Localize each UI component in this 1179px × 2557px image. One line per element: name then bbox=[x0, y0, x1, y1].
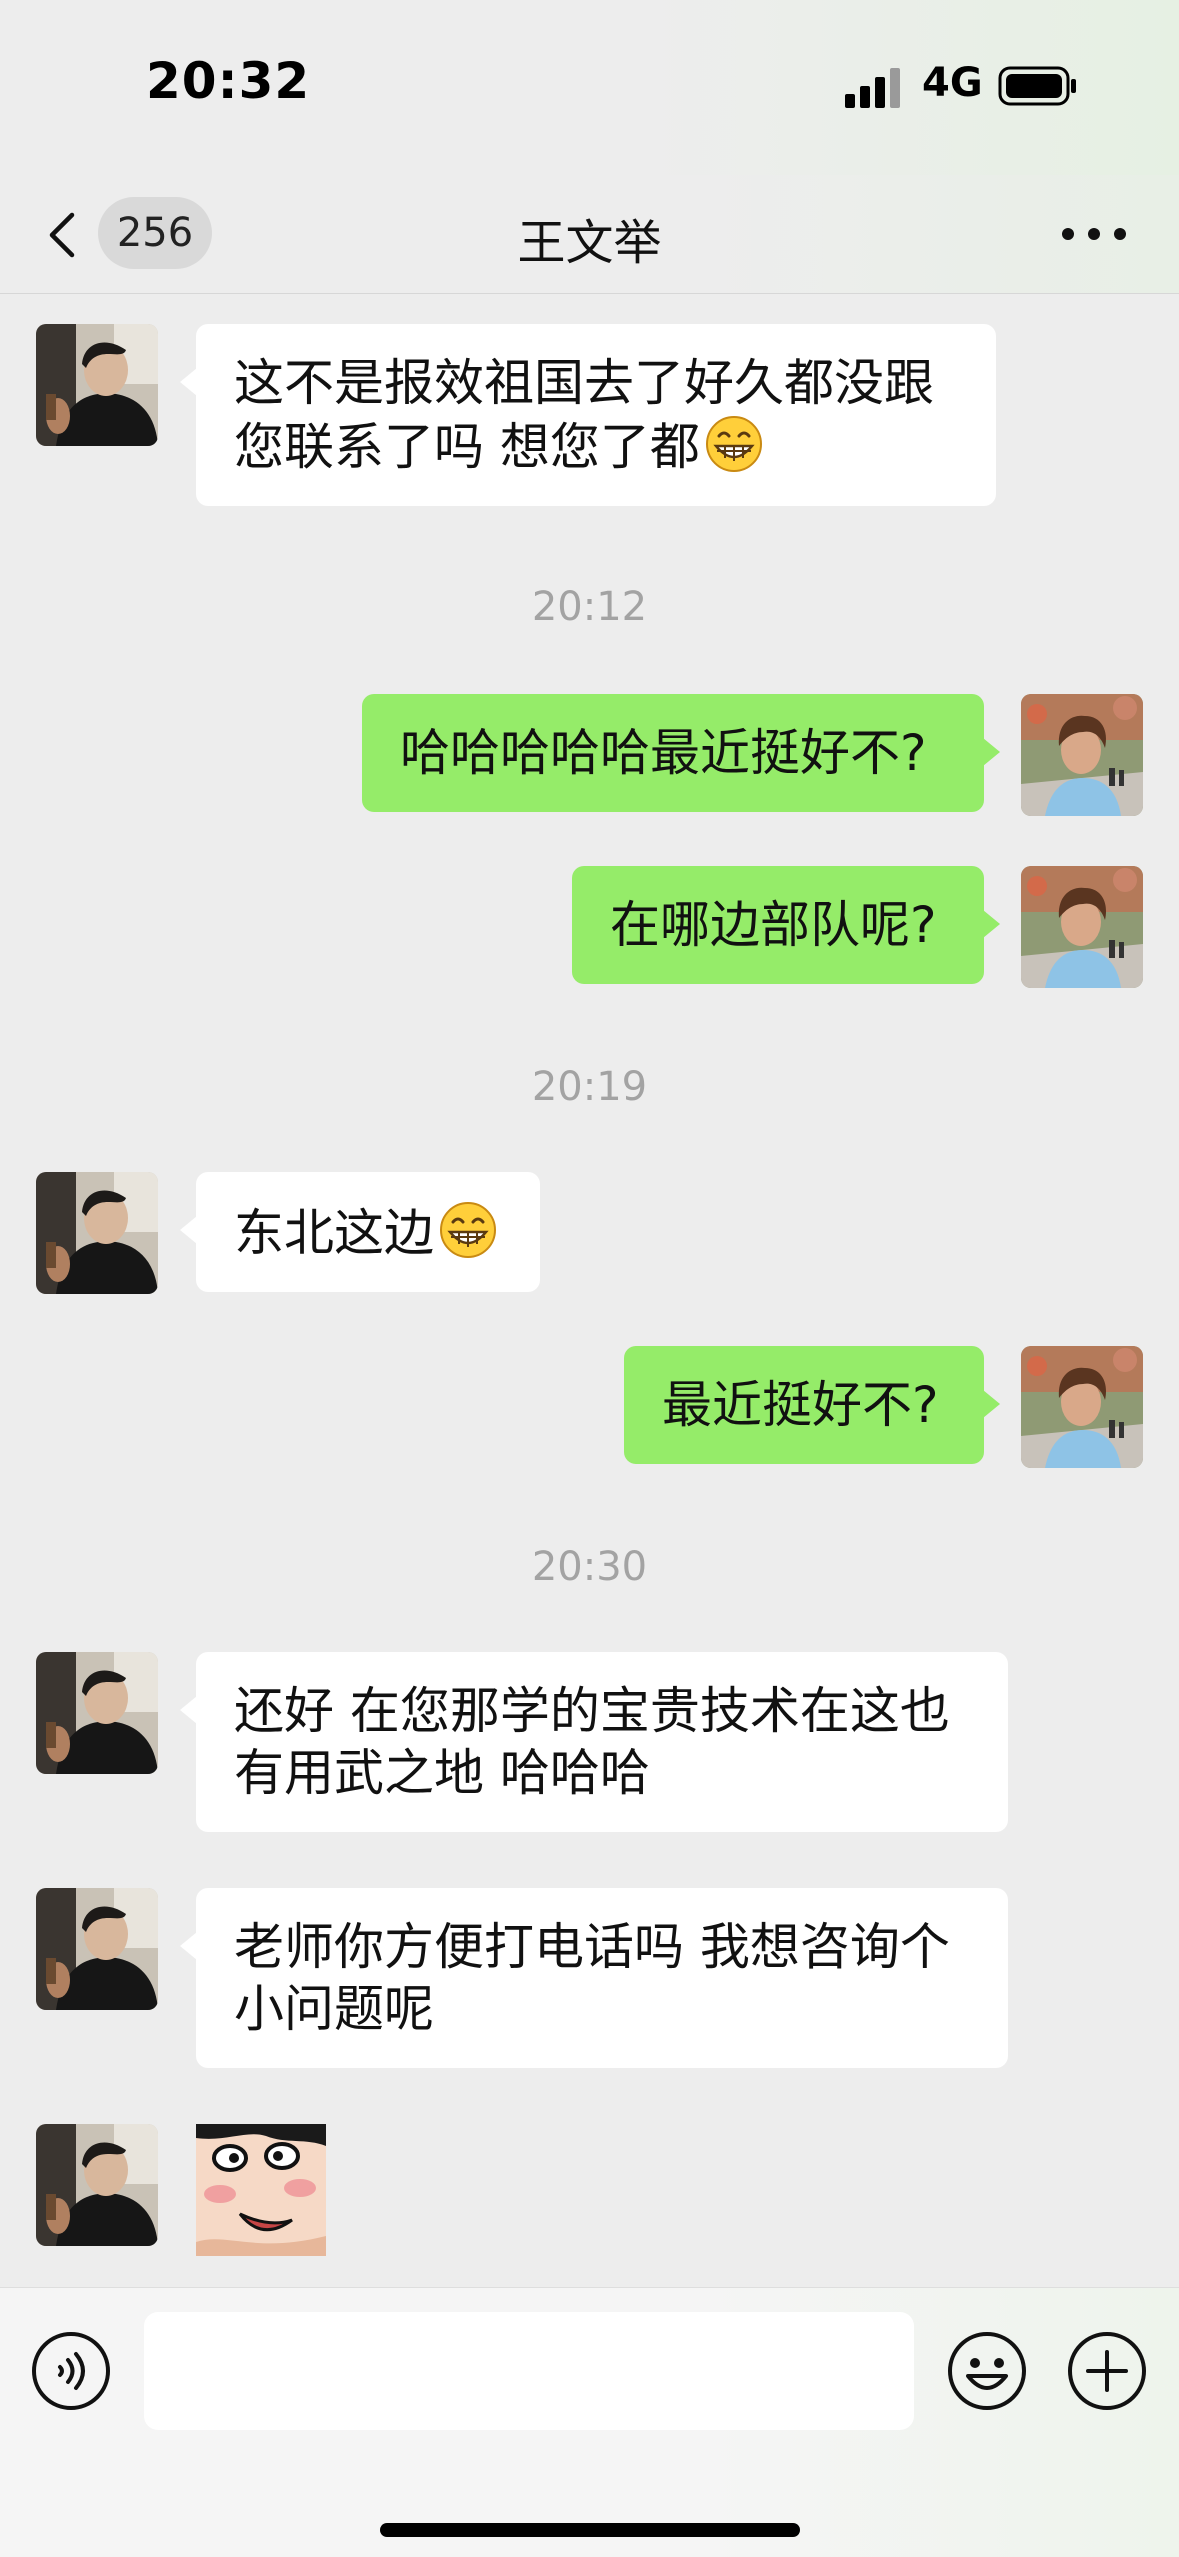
input-bar bbox=[0, 2287, 1179, 2557]
message-text: 有用武之地 哈哈哈 bbox=[234, 1744, 650, 1802]
message-text: 老师你方便打电话吗 我想咨询个 bbox=[234, 1918, 950, 1976]
received-message-bubble[interactable]: 老师你方便打电话吗 我想咨询个 小问题呢 bbox=[180, 1888, 1008, 2068]
sent-message-bubble[interactable]: 哈哈哈哈哈最近挺好不? bbox=[362, 694, 1000, 812]
self-avatar[interactable] bbox=[1021, 866, 1143, 988]
back-button[interactable]: 256 bbox=[40, 197, 220, 269]
chevron-left-icon bbox=[49, 212, 75, 258]
timestamp: 20:30 bbox=[531, 1544, 648, 1590]
sent-message-bubble[interactable]: 在哪边部队呢? bbox=[572, 866, 1000, 984]
status-time: 20:32 bbox=[146, 52, 311, 110]
message-text: 哈哈哈哈哈最近挺好不? bbox=[400, 724, 927, 782]
network-type: 4G bbox=[922, 60, 983, 106]
voice-icon[interactable] bbox=[30, 2330, 112, 2412]
message-list[interactable]: 这不是报效祖国去了好久都没跟 您联系了吗 想您了都 20:12 哈哈哈哈哈最近挺… bbox=[0, 294, 1179, 2286]
received-message-bubble[interactable]: 东北这边 bbox=[180, 1172, 540, 1292]
battery-icon bbox=[998, 66, 1076, 106]
message-text: 这不是报效祖国去了好久都没跟 bbox=[234, 354, 934, 412]
contact-avatar[interactable] bbox=[36, 2124, 158, 2246]
message-text: 小问题呢 bbox=[234, 1980, 434, 2038]
message-text: 东北这边 bbox=[234, 1204, 434, 1262]
contact-avatar[interactable] bbox=[36, 1888, 158, 2010]
message-text: 还好 在您那学的宝贵技术在这也 bbox=[234, 1682, 950, 1740]
grinning-face-icon bbox=[438, 1200, 498, 1260]
message-text: 您联系了吗 想您了都 bbox=[234, 418, 700, 476]
home-indicator[interactable] bbox=[380, 2523, 800, 2537]
message-input[interactable] bbox=[144, 2312, 914, 2430]
self-avatar[interactable] bbox=[1021, 1346, 1143, 1468]
chat-header: 256 王文举 bbox=[0, 175, 1179, 294]
received-message-bubble[interactable]: 还好 在您那学的宝贵技术在这也 有用武之地 哈哈哈 bbox=[180, 1652, 1008, 1832]
timestamp: 20:19 bbox=[531, 1064, 648, 1110]
contact-avatar[interactable] bbox=[36, 1172, 158, 1294]
self-avatar[interactable] bbox=[1021, 694, 1143, 816]
message-text-line: 您联系了吗 想您了都 bbox=[234, 414, 958, 478]
timestamp: 20:12 bbox=[531, 584, 648, 630]
grinning-face-icon bbox=[704, 414, 764, 474]
unread-count-badge: 256 bbox=[98, 197, 212, 269]
message-text: 最近挺好不? bbox=[662, 1376, 939, 1434]
received-message-bubble[interactable]: 这不是报效祖国去了好久都没跟 您联系了吗 想您了都 bbox=[180, 324, 996, 506]
cartoon-sticker[interactable] bbox=[196, 2124, 326, 2256]
message-text: 在哪边部队呢? bbox=[610, 896, 937, 954]
sent-message-bubble[interactable]: 最近挺好不? bbox=[624, 1346, 1000, 1464]
contact-avatar[interactable] bbox=[36, 1652, 158, 1774]
emoji-icon[interactable] bbox=[946, 2330, 1028, 2412]
signal-icon bbox=[845, 68, 900, 108]
contact-avatar[interactable] bbox=[36, 324, 158, 446]
plus-icon[interactable] bbox=[1066, 2330, 1148, 2412]
message-text-line: 东北这边 bbox=[234, 1200, 502, 1264]
status-bar: 20:32 4G bbox=[0, 0, 1179, 175]
more-dots-icon[interactable] bbox=[1058, 209, 1130, 259]
